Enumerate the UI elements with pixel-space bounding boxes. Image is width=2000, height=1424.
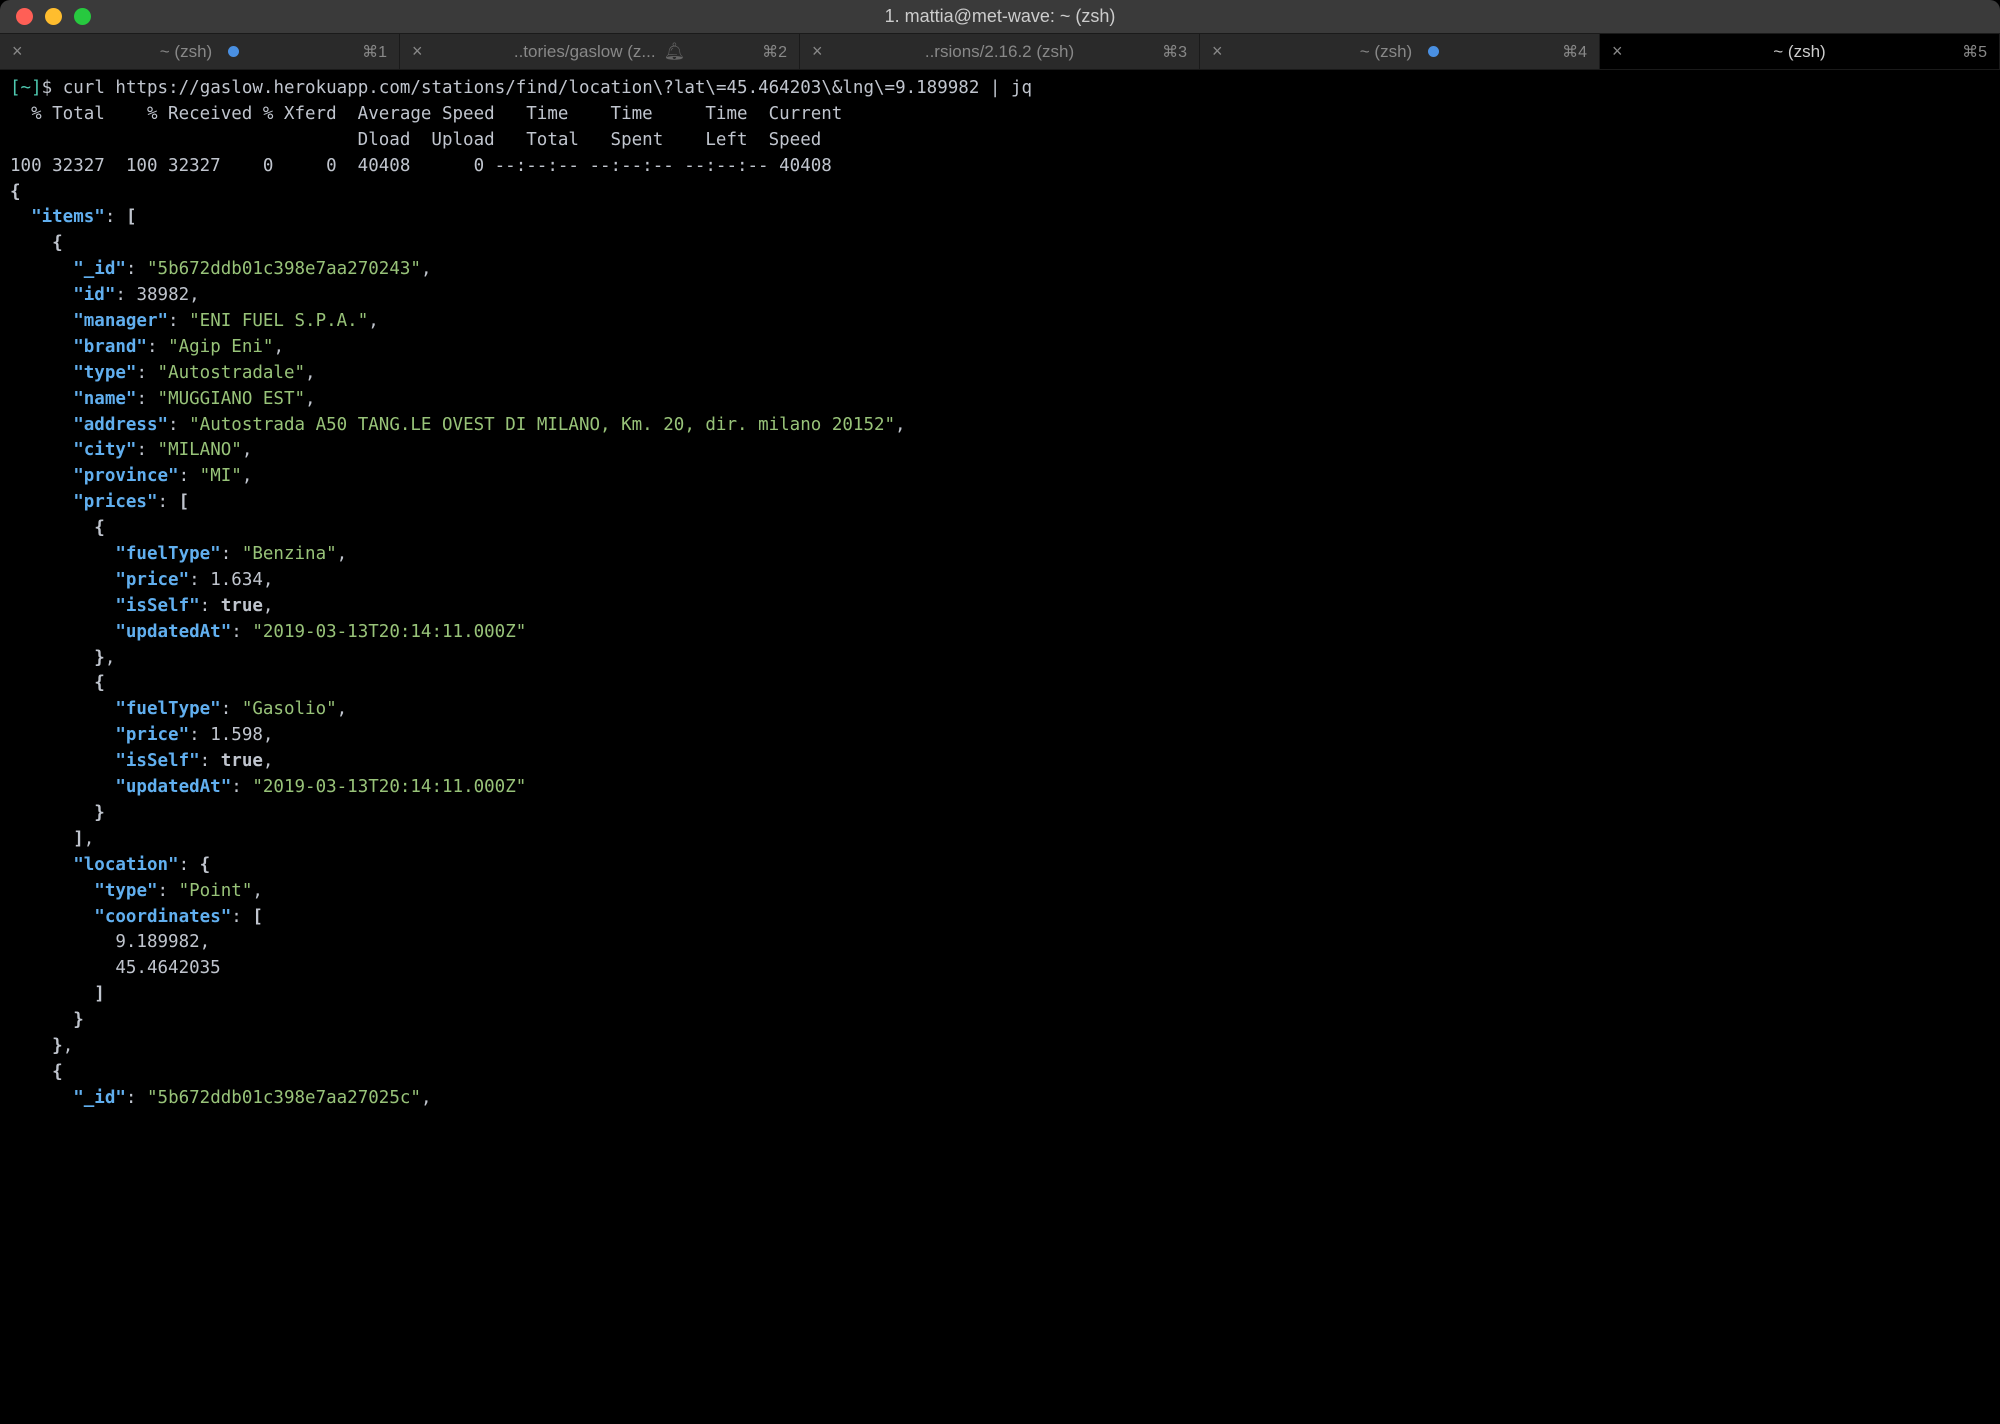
- tab-shortcut: ⌘5: [1962, 42, 1987, 62]
- json-value: "ENI FUEL S.P.A.": [189, 311, 368, 331]
- json-value: "5b672ddb01c398e7aa270243": [147, 259, 421, 279]
- prompt-dollar: $: [42, 78, 53, 98]
- tab-shortcut: ⌘2: [762, 42, 787, 62]
- close-icon[interactable]: ×: [1612, 41, 1623, 62]
- tab-label: ~ (zsh): [1360, 42, 1412, 62]
- json-value: "Autostrada A50 TANG.LE OVEST DI MILANO,…: [189, 415, 895, 435]
- json-key: "type": [73, 363, 136, 383]
- json-value: "Benzina": [242, 544, 337, 564]
- tab-label: ..rsions/2.16.2 (zsh): [925, 42, 1074, 62]
- prompt-open: [: [10, 78, 21, 98]
- terminal-content[interactable]: [~]$ curl https://gaslow.herokuapp.com/s…: [0, 70, 2000, 1424]
- tab-label: ~ (zsh): [160, 42, 212, 62]
- json-key: "_id": [73, 259, 126, 279]
- json-value: "2019-03-13T20:14:11.000Z": [252, 777, 526, 797]
- json-key: "brand": [73, 337, 147, 357]
- json-key: "id": [73, 285, 115, 305]
- json-key: "name": [73, 389, 136, 409]
- curl-header-2: Dload Upload Total Spent Left Speed: [10, 130, 821, 150]
- json-value: true: [221, 596, 263, 616]
- json-value: 1.598: [210, 725, 263, 745]
- activity-dot-icon: [228, 46, 239, 57]
- json-value: 38982: [136, 285, 189, 305]
- bell-icon: 🔔︎: [664, 42, 686, 62]
- json-key: "items": [31, 207, 105, 227]
- json-key: "updatedAt": [115, 622, 231, 642]
- json-key: "isSelf": [115, 596, 199, 616]
- maximize-window-button[interactable]: [74, 8, 91, 25]
- json-value: "2019-03-13T20:14:11.000Z": [252, 622, 526, 642]
- curl-stats: 100 32327 100 32327 0 0 40408 0 --:--:--…: [10, 156, 832, 176]
- json-key: "manager": [73, 311, 168, 331]
- command-line: curl https://gaslow.herokuapp.com/statio…: [63, 78, 1032, 98]
- tab-3[interactable]: × ..rsions/2.16.2 (zsh) ⌘3: [800, 34, 1200, 69]
- json-value: "MILANO": [158, 440, 242, 460]
- tab-shortcut: ⌘1: [362, 42, 387, 62]
- close-icon[interactable]: ×: [12, 41, 23, 62]
- terminal-window: 1. mattia@met-wave: ~ (zsh) × ~ (zsh) ⌘1…: [0, 0, 2000, 1424]
- json-key: "province": [73, 466, 178, 486]
- tab-4[interactable]: × ~ (zsh) ⌘4: [1200, 34, 1600, 69]
- close-icon[interactable]: ×: [412, 41, 423, 62]
- json-value: 1.634: [210, 570, 263, 590]
- close-icon[interactable]: ×: [1212, 41, 1223, 62]
- json-key: "prices": [73, 492, 157, 512]
- curl-header-1: % Total % Received % Xferd Average Speed…: [10, 104, 842, 124]
- json-value: "5b672ddb01c398e7aa27025c": [147, 1088, 421, 1108]
- json-value: "Gasolio": [242, 699, 337, 719]
- json-open-brace: {: [10, 182, 21, 202]
- json-key: "isSelf": [115, 751, 199, 771]
- json-value: 9.189982: [115, 932, 199, 952]
- prompt-tilde: ~: [21, 78, 32, 98]
- tab-shortcut: ⌘4: [1562, 42, 1587, 62]
- close-window-button[interactable]: [16, 8, 33, 25]
- tab-2[interactable]: × ..tories/gaslow (z... 🔔︎ ⌘2: [400, 34, 800, 69]
- json-key: "address": [73, 415, 168, 435]
- tab-shortcut: ⌘3: [1162, 42, 1187, 62]
- json-key: "location": [73, 855, 178, 875]
- window-title: 1. mattia@met-wave: ~ (zsh): [885, 6, 1116, 27]
- minimize-window-button[interactable]: [45, 8, 62, 25]
- json-value: true: [221, 751, 263, 771]
- json-key: "price": [115, 570, 189, 590]
- activity-dot-icon: [1428, 46, 1439, 57]
- json-key: "updatedAt": [115, 777, 231, 797]
- json-key: "city": [73, 440, 136, 460]
- json-key: "fuelType": [115, 699, 220, 719]
- tab-label: ..tories/gaslow (z...: [514, 42, 656, 62]
- titlebar: 1. mattia@met-wave: ~ (zsh): [0, 0, 2000, 34]
- json-value: 45.4642035: [115, 958, 220, 978]
- json-key: "coordinates": [94, 907, 231, 927]
- json-value: "Autostradale": [158, 363, 306, 383]
- tabbar: × ~ (zsh) ⌘1 × ..tories/gaslow (z... 🔔︎ …: [0, 34, 2000, 70]
- tab-1[interactable]: × ~ (zsh) ⌘1: [0, 34, 400, 69]
- tab-label: ~ (zsh): [1773, 42, 1825, 62]
- traffic-lights: [0, 8, 91, 25]
- prompt-close: ]: [31, 78, 42, 98]
- json-value: "MI": [200, 466, 242, 486]
- json-value: "Agip Eni": [168, 337, 273, 357]
- json-key: "price": [115, 725, 189, 745]
- json-value: "MUGGIANO EST": [158, 389, 306, 409]
- json-key: "type": [94, 881, 157, 901]
- tab-5[interactable]: × ~ (zsh) ⌘5: [1600, 34, 2000, 69]
- json-key: "_id": [73, 1088, 126, 1108]
- close-icon[interactable]: ×: [812, 41, 823, 62]
- json-key: "fuelType": [115, 544, 220, 564]
- json-value: "Point": [179, 881, 253, 901]
